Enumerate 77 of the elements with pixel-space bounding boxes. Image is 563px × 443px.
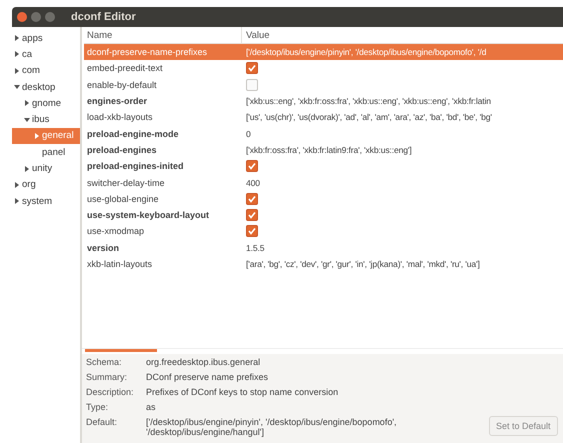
tree-item[interactable]: desktop: [12, 78, 80, 96]
key-name: use-xmodmap: [86, 226, 146, 236]
key-name: dconf-preserve-name-prefixes: [86, 47, 208, 58]
expanded-arrow-icon[interactable]: [24, 116, 30, 123]
horizontal-scrollbar[interactable]: [82, 348, 563, 354]
table-row[interactable]: use-xmodmap: [84, 223, 563, 240]
key-name: load-xkb-layouts: [86, 112, 154, 122]
key-name: version: [86, 242, 120, 253]
checkbox[interactable]: [246, 192, 258, 205]
detail-label: Type:: [86, 402, 110, 412]
key-name: preload-engines: [86, 144, 158, 155]
tree-item[interactable]: gnome: [12, 95, 80, 112]
checkbox[interactable]: [246, 78, 258, 91]
maximize-button[interactable]: [45, 12, 55, 22]
key-name: preload-engines-inited: [86, 161, 185, 172]
table-row[interactable]: preload-engines ['xkb:fr:oss:fra', 'xkb:fr:latin9:fra', 'xkb:us::eng']: [84, 142, 563, 158]
key-name: switcher-delay-time: [86, 178, 166, 188]
key-value: ['us', 'us(chr)', 'us(dvorak)', 'ad', 'al', 'am', 'ara', 'az', 'ba', 'bd', 'be', 'bg': [246, 112, 492, 122]
collapsed-arrow-icon[interactable]: [24, 100, 30, 106]
table-row[interactable]: enable-by-default: [84, 76, 563, 93]
tree-item[interactable]: ibus: [12, 111, 80, 128]
collapsed-arrow-icon[interactable]: [14, 35, 20, 42]
key-name: use-global-engine: [86, 194, 160, 204]
tree-item[interactable]: ca: [12, 46, 80, 63]
close-button[interactable]: [17, 12, 27, 22]
checkbox[interactable]: [246, 209, 258, 222]
key-value: ['xkb:fr:oss:fra', 'xkb:fr:latin9:fra', 'xkb:us::eng']: [246, 144, 412, 155]
detail-label: Description:: [86, 387, 135, 397]
key-value: ['ara', 'bg', 'cz', 'dev', 'gr', 'gur', 'in', 'jp(kana)', 'mal', 'mkd', 'ru', 'ua']: [246, 259, 480, 269]
tree-item[interactable]: panel: [12, 144, 80, 160]
detail-value: as: [146, 402, 157, 412]
detail-value: Prefixes of DConf keys to stop name conversion: [146, 387, 340, 397]
table-row[interactable]: preload-engine-mode 0: [84, 125, 563, 142]
table-row[interactable]: engines-order ['xkb:us::eng', 'xkb:fr:oss:fra', 'xkb:us::eng', 'xkb:us::eng', 'xkb:fr:latin: [84, 92, 563, 110]
key-value: ['/desktop/ibus/engine/pinyin', '/desktop/ibus/engine/bopomofo', '/d: [246, 47, 486, 58]
table-row[interactable]: switcher-delay-time 400: [84, 174, 563, 191]
key-value: 400: [246, 178, 260, 188]
key-value: ['xkb:us::eng', 'xkb:fr:oss:fra', 'xkb:us::eng', 'xkb:us::eng', 'xkb:fr:latin: [246, 96, 491, 106]
key-value: 1.5.5: [246, 242, 264, 253]
key-name: xkb-latin-layouts: [86, 259, 154, 269]
checkbox[interactable]: [246, 62, 258, 74]
key-name: enable-by-default: [86, 80, 158, 90]
table-row[interactable]: version 1.5.5: [84, 240, 563, 256]
table-row[interactable]: use-system-keyboard-layout: [84, 206, 563, 224]
detail-label: Summary:: [86, 372, 128, 382]
detail-value: org.freedesktop.ibus.general: [146, 357, 262, 367]
table-row[interactable]: preload-engines-inited: [84, 158, 563, 174]
collapsed-arrow-icon[interactable]: [14, 198, 20, 204]
tree-item[interactable]: unity: [12, 160, 80, 177]
tree-item[interactable]: com: [12, 62, 80, 79]
table-row[interactable]: embed-preedit-text: [84, 60, 563, 77]
expanded-arrow-icon[interactable]: [14, 84, 20, 90]
tree-item[interactable]: org: [12, 176, 80, 193]
checkbox[interactable]: [246, 225, 258, 238]
tree-item[interactable]: system: [12, 192, 80, 210]
detail-label: Schema:: [86, 357, 123, 367]
collapsed-arrow-icon[interactable]: [24, 166, 30, 172]
checkbox[interactable]: [246, 160, 258, 172]
table-row[interactable]: use-global-engine: [84, 190, 563, 207]
tree-item[interactable]: apps: [12, 30, 80, 46]
detail-value: DConf preserve name prefixes: [146, 372, 270, 382]
key-name: embed-preedit-text: [86, 63, 164, 74]
key-name: preload-engine-mode: [86, 128, 180, 139]
detail-label: Default:: [86, 417, 118, 429]
detail-value: ['/desktop/ibus/engine/pinyin', '/desktop/ibus/engine/bopomofo', '/desktop/ibus/engine/hangul']: [146, 417, 398, 437]
minimize-button[interactable]: [31, 12, 41, 22]
column-header[interactable]: Value: [242, 27, 563, 43]
column-header[interactable]: Name: [84, 27, 242, 43]
table-row[interactable]: load-xkb-layouts ['us', 'us(chr)', 'us(dvorak)', 'ad', 'al', 'am', 'ara', 'az', 'ba', 'bd', 'be', 'bg': [84, 109, 563, 126]
collapsed-arrow-icon[interactable]: [14, 51, 20, 58]
window-title: dconf Editor: [71, 11, 136, 23]
collapsed-arrow-icon[interactable]: [14, 182, 20, 188]
key-value: 0: [246, 128, 251, 139]
table-row[interactable]: xkb-latin-layouts ['ara', 'bg', 'cz', 'dev', 'gr', 'gur', 'in', 'jp(kana)', 'mal', 'mkd', 'ru', 'ua']: [84, 256, 563, 272]
collapsed-arrow-icon[interactable]: [14, 68, 20, 74]
key-name: engines-order: [86, 96, 148, 106]
key-name: use-system-keyboard-layout: [86, 210, 210, 220]
